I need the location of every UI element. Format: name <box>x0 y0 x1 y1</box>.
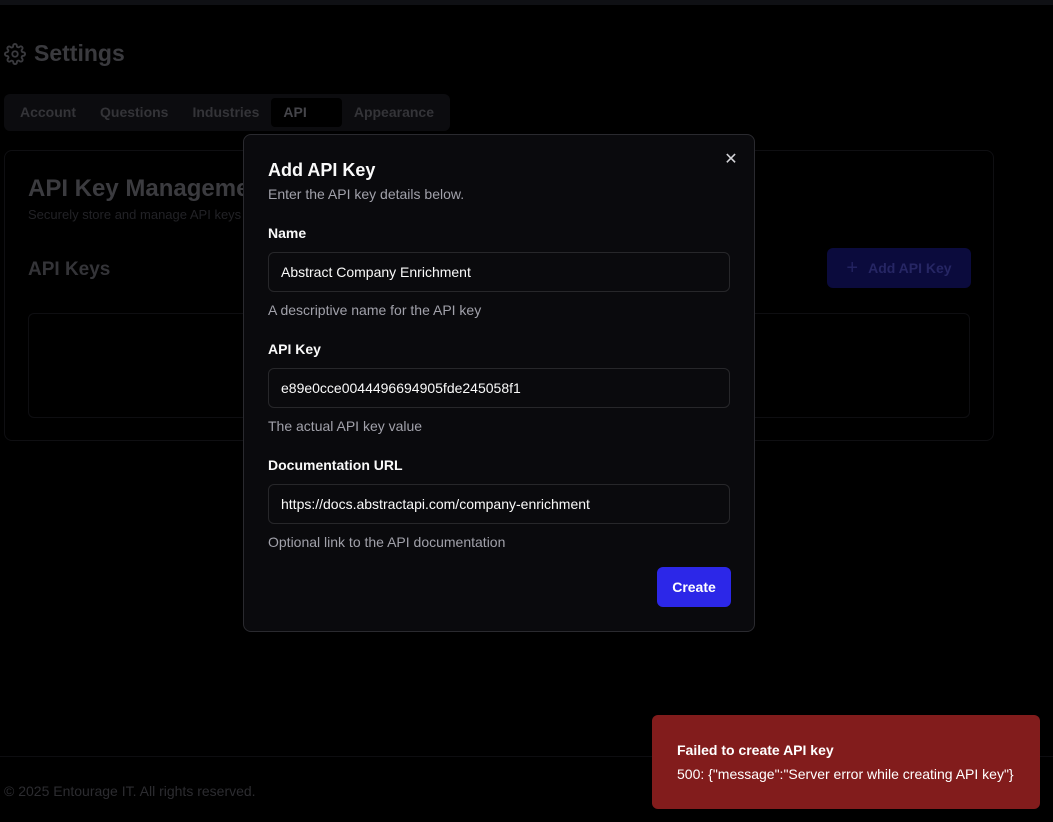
tab-industries[interactable]: Industries <box>180 98 271 127</box>
name-label: Name <box>268 225 307 241</box>
plus-icon: + <box>846 257 859 279</box>
doc-url-help: Optional link to the API documentation <box>268 534 506 550</box>
toast-message: 500: {"message":"Server error while crea… <box>677 766 1014 782</box>
footer-copyright: © 2025 Entourage IT. All rights reserved… <box>4 783 256 799</box>
settings-tabs: Account Questions Industries API Keys Ap… <box>4 94 450 149</box>
tab-appearance[interactable]: Appearance <box>342 98 446 127</box>
page-title: Settings <box>4 40 125 67</box>
dialog-description: Enter the API key details below. <box>268 186 465 202</box>
api-key-help: The actual API key value <box>268 418 423 434</box>
create-button[interactable]: Create <box>657 567 731 607</box>
name-input[interactable] <box>268 252 730 292</box>
page-title-text: Settings <box>34 40 125 66</box>
name-help: A descriptive name for the API key <box>268 302 482 318</box>
doc-url-label: Documentation URL <box>268 457 403 473</box>
tab-api-keys[interactable]: API Keys <box>271 98 342 149</box>
card-subtitle: Securely store and manage API keys <box>28 207 242 222</box>
api-key-label: API Key <box>268 341 321 357</box>
api-keys-section-title: API Keys <box>28 259 111 280</box>
api-key-input[interactable] <box>268 368 730 408</box>
tab-questions[interactable]: Questions <box>88 98 180 127</box>
dialog-title: Add API Key <box>268 160 376 180</box>
card-title: API Key Management <box>28 175 273 202</box>
error-toast[interactable]: Failed to create API key 500: {"message"… <box>652 715 1040 809</box>
add-api-key-dialog: Add API Key Enter the API key details be… <box>243 134 755 632</box>
doc-url-input[interactable] <box>268 484 730 524</box>
add-api-key-button[interactable]: + Add API Key <box>827 248 971 288</box>
add-api-key-label: Add API Key <box>868 260 952 276</box>
gear-icon <box>4 42 26 65</box>
toast-title: Failed to create API key <box>677 742 834 758</box>
tab-account[interactable]: Account <box>8 98 88 127</box>
close-icon[interactable]: ✕ <box>723 151 739 168</box>
